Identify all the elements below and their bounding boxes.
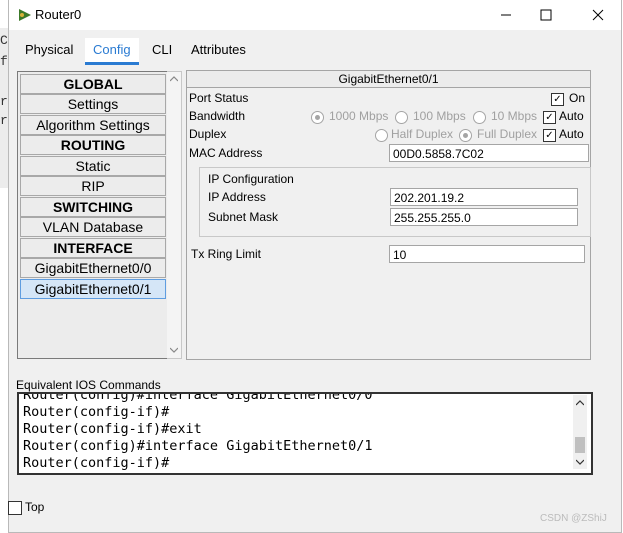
subnet-mask-field[interactable]: 255.255.255.0 <box>390 208 578 226</box>
watermark: CSDN @ZShiJ <box>540 513 607 524</box>
nav-header-routing: ROUTING <box>20 135 166 155</box>
bandwidth-1000-label: 1000 Mbps <box>329 109 389 123</box>
config-nav-list: GLOBAL Settings Algorithm Settings ROUTI… <box>17 71 169 359</box>
maximize-icon <box>540 9 552 21</box>
bandwidth-100-radio[interactable] <box>395 111 408 124</box>
port-status-checkbox[interactable]: ✓ <box>551 93 564 106</box>
chevron-up-icon[interactable] <box>576 400 584 406</box>
nav-item-gigabitethernet0-1[interactable]: GigabitEthernet0/1 <box>20 279 166 299</box>
console-scrollbar[interactable] <box>573 395 587 469</box>
mac-address-field[interactable]: 00D0.5858.7C02 <box>389 144 589 162</box>
mac-address-label: MAC Address <box>189 146 263 160</box>
ios-commands-label: Equivalent IOS Commands <box>16 378 161 392</box>
ios-command-line: Router(config-if)# <box>23 455 170 471</box>
port-status-label: Port Status <box>189 91 249 105</box>
nav-header-interface: INTERFACE <box>20 238 166 258</box>
nav-header-switching: SWITCHING <box>20 197 166 217</box>
port-status-on-label: On <box>569 91 586 105</box>
bandwidth-label: Bandwidth <box>189 109 246 123</box>
bandwidth-1000-radio[interactable] <box>311 111 324 124</box>
nav-item-algorithm-settings[interactable]: Algorithm Settings <box>20 115 166 135</box>
duplex-full-radio[interactable] <box>459 129 472 142</box>
subnet-mask-label: Subnet Mask <box>208 210 279 224</box>
ip-configuration-group: IP Configuration IP Address 202.201.19.2… <box>199 167 591 237</box>
top-label: Top <box>25 500 45 514</box>
duplex-half-radio[interactable] <box>375 129 388 142</box>
background-text: r <box>0 94 8 109</box>
title-bar[interactable]: Router0 <box>9 0 621 30</box>
nav-header-global: GLOBAL <box>20 74 166 94</box>
chevron-down-icon[interactable] <box>170 347 178 353</box>
ip-configuration-title: IP Configuration <box>208 172 294 186</box>
bandwidth-auto-checkbox[interactable]: ✓ <box>543 111 556 124</box>
interface-panel: GigabitEthernet0/1 Port Status ✓ On Band… <box>186 70 591 360</box>
duplex-auto-checkbox[interactable]: ✓ <box>543 129 556 142</box>
background-text: f <box>0 54 8 69</box>
close-icon <box>592 9 604 21</box>
nav-list-scrollbar[interactable] <box>167 71 182 359</box>
bandwidth-auto-label: Auto <box>559 109 584 123</box>
bandwidth-10-radio[interactable] <box>473 111 486 124</box>
tx-ring-limit-field[interactable]: 10 <box>389 245 585 263</box>
bandwidth-100-label: 100 Mbps <box>413 109 466 123</box>
bandwidth-10-label: 10 Mbps <box>491 109 538 123</box>
background-text: r <box>0 113 8 128</box>
background-text: C <box>0 33 8 48</box>
nav-item-gigabitethernet0-0[interactable]: GigabitEthernet0/0 <box>20 258 166 278</box>
chevron-down-icon[interactable] <box>576 459 584 465</box>
ip-address-label: IP Address <box>208 190 266 204</box>
nav-item-settings[interactable]: Settings <box>20 94 166 114</box>
window-title: Router0 <box>35 7 82 22</box>
tab-config[interactable]: Config <box>85 38 139 65</box>
ios-command-line: Router(config)#interface GigabitEthernet… <box>23 392 373 403</box>
tab-physical[interactable]: Physical <box>17 38 81 62</box>
interface-title: GigabitEthernet0/1 <box>187 71 590 88</box>
tx-ring-limit-label: Tx Ring Limit <box>191 247 262 261</box>
duplex-full-label: Full Duplex <box>477 127 538 141</box>
ios-commands-console[interactable]: Router(config)#interface GigabitEthernet… <box>17 392 593 475</box>
ip-address-field[interactable]: 202.201.19.2 <box>390 188 578 206</box>
tab-attributes[interactable]: Attributes <box>183 38 254 62</box>
tab-cli[interactable]: CLI <box>144 38 180 62</box>
close-button[interactable] <box>575 0 621 30</box>
duplex-label: Duplex <box>189 127 227 141</box>
minimize-icon <box>501 14 511 16</box>
duplex-auto-label: Auto <box>559 127 584 141</box>
router-app-icon <box>17 7 33 23</box>
ios-command-line: Router(config-if)# <box>23 404 170 420</box>
nav-item-rip[interactable]: RIP <box>20 176 166 196</box>
ios-command-line: Router(config-if)#exit <box>23 421 202 437</box>
duplex-half-label: Half Duplex <box>391 127 454 141</box>
console-scroll-thumb[interactable] <box>575 437 585 453</box>
chevron-up-icon[interactable] <box>170 76 178 82</box>
nav-item-static[interactable]: Static <box>20 156 166 176</box>
ios-command-line: Router(config)#interface GigabitEthernet… <box>23 438 373 454</box>
nav-item-vlan-database[interactable]: VLAN Database <box>20 217 166 237</box>
maximize-button[interactable] <box>523 0 569 30</box>
top-checkbox[interactable] <box>8 501 22 515</box>
